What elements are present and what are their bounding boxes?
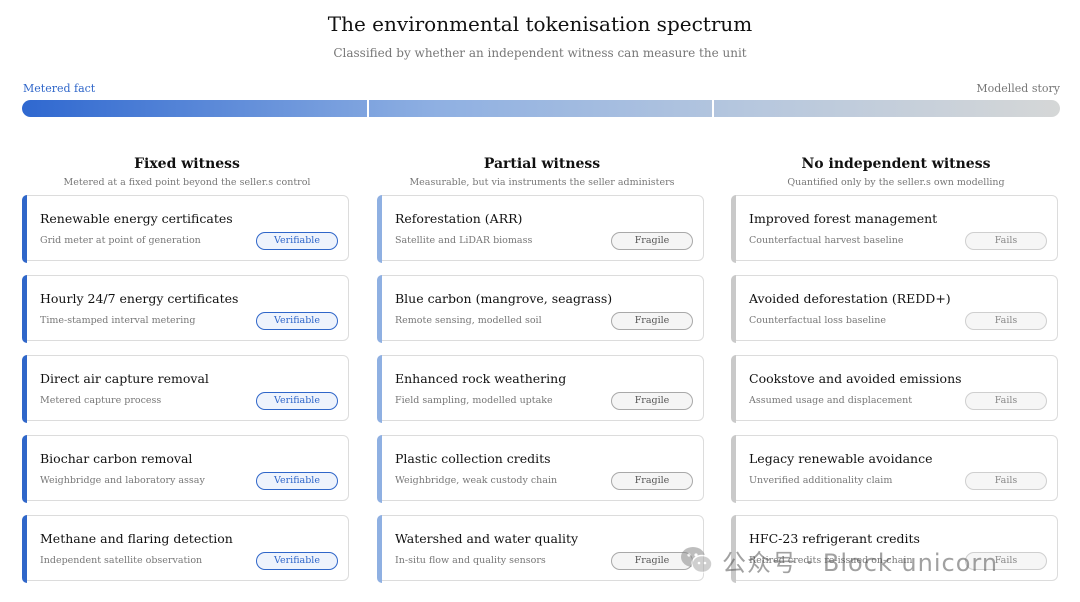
category-card: Blue carbon (mangrove, seagrass) Remote s… xyxy=(377,275,704,343)
status-badge: Fragile xyxy=(611,232,693,250)
column-title: Fixed witness xyxy=(134,156,240,172)
spectrum-divider xyxy=(712,100,714,117)
status-badge: Fails xyxy=(965,392,1047,410)
column-subtitle: Measurable, but via instruments the sell… xyxy=(409,177,675,188)
category-card: Avoided deforestation (REDD+) Counterfact… xyxy=(731,275,1058,343)
status-badge: Fragile xyxy=(611,472,693,490)
status-badge: Verifiable xyxy=(256,552,338,570)
status-badge: Verifiable xyxy=(256,232,338,250)
card-accent-bar xyxy=(731,195,736,263)
card-name: Avoided deforestation (REDD+) xyxy=(749,291,951,306)
page-subtitle: Classified by whether an independent wit… xyxy=(333,46,747,60)
category-card: Biochar carbon removal Weighbridge and la… xyxy=(22,435,349,503)
column-title: No independent witness xyxy=(801,156,991,172)
spectrum-left-label: Metered fact xyxy=(23,82,96,95)
status-badge: Verifiable xyxy=(256,312,338,330)
category-card: Cookstove and avoided emissions Assumed u… xyxy=(731,355,1058,423)
status-badge: Fragile xyxy=(611,312,693,330)
card-accent-bar xyxy=(22,515,27,583)
card-description: Grid meter at point of generation xyxy=(40,235,201,246)
column-title: Partial witness xyxy=(483,156,601,172)
card-description: Assumed usage and displacement xyxy=(749,395,913,406)
status-badge: Fragile xyxy=(611,392,693,410)
card-description: Weighbridge and laboratory assay xyxy=(40,475,205,486)
status-badge: Verifiable xyxy=(256,392,338,410)
card-description: Metered capture process xyxy=(40,395,162,406)
watermark: 公众号 · Block unicorn xyxy=(680,542,998,578)
category-card: Hourly 24/7 energy certificates Time-stam… xyxy=(22,275,349,343)
card-name: Reforestation (ARR) xyxy=(395,211,523,226)
card-name: Biochar carbon removal xyxy=(40,451,193,466)
category-card: Plastic collection credits Weighbridge, w… xyxy=(377,435,704,503)
card-description: Field sampling, modelled uptake xyxy=(395,395,553,406)
card-description: Counterfactual harvest baseline xyxy=(749,235,904,246)
category-card: Enhanced rock weathering Field sampling, … xyxy=(377,355,704,423)
status-badge: Fails xyxy=(965,312,1047,330)
card-accent-bar xyxy=(377,515,382,583)
card-name: Hourly 24/7 energy certificates xyxy=(40,291,239,306)
column-subtitle: Metered at a fixed point beyond the sell… xyxy=(63,177,311,188)
spectrum-right-label: Modelled story xyxy=(976,82,1060,95)
category-card: Methane and flaring detection Independent… xyxy=(22,515,349,583)
card-accent-bar xyxy=(22,275,27,343)
card-description: Weighbridge, weak custody chain xyxy=(395,475,558,486)
card-accent-bar xyxy=(377,275,382,343)
card-name: Blue carbon (mangrove, seagrass) xyxy=(395,291,613,306)
status-badge: Fails xyxy=(965,472,1047,490)
watermark-text: 公众号 · Block unicorn xyxy=(722,548,999,577)
category-card: Direct air capture removal Metered captur… xyxy=(22,355,349,423)
card-name: Methane and flaring detection xyxy=(40,531,233,546)
wechat-icon xyxy=(681,547,713,574)
card-description: Independent satellite observation xyxy=(40,555,203,566)
card-description: Unverified additionality claim xyxy=(749,475,893,486)
page-title: The environmental tokenisation spectrum xyxy=(327,12,753,36)
category-card: Renewable energy certificates Grid meter … xyxy=(22,195,349,263)
card-accent-bar xyxy=(377,435,382,503)
status-badge: Verifiable xyxy=(256,472,338,490)
card-description: Time-stamped interval metering xyxy=(40,315,196,326)
card-name: Direct air capture removal xyxy=(40,371,209,386)
category-card: Improved forest management Counterfactual… xyxy=(731,195,1058,263)
card-accent-bar xyxy=(377,195,382,263)
card-name: Improved forest management xyxy=(749,211,938,226)
card-accent-bar xyxy=(22,195,27,263)
card-name: Cookstove and avoided emissions xyxy=(749,371,962,386)
column-header: Partial witness Measurable, but via instr… xyxy=(377,156,707,188)
card-name: Renewable energy certificates xyxy=(40,211,233,226)
card-accent-bar xyxy=(377,355,382,423)
category-card: Reforestation (ARR) Satellite and LiDAR b… xyxy=(377,195,704,263)
card-description: In-situ flow and quality sensors xyxy=(395,555,546,566)
status-badge: Fails xyxy=(965,232,1047,250)
card-accent-bar xyxy=(731,355,736,423)
category-card: Legacy renewable avoidance Unverified add… xyxy=(731,435,1058,503)
card-accent-bar xyxy=(22,435,27,503)
card-description: Remote sensing, modelled soil xyxy=(395,315,542,326)
card-name: Enhanced rock weathering xyxy=(395,371,567,386)
card-accent-bar xyxy=(731,435,736,503)
category-card: Watershed and water quality In-situ flow … xyxy=(377,515,704,583)
card-description: Counterfactual loss baseline xyxy=(749,315,886,326)
spectrum-divider xyxy=(367,100,369,117)
column-header: No independent witness Quantified only by… xyxy=(731,156,1061,188)
card-accent-bar xyxy=(22,355,27,423)
card-name: Plastic collection credits xyxy=(395,451,551,466)
card-accent-bar xyxy=(731,275,736,343)
card-description: Satellite and LiDAR biomass xyxy=(395,235,533,246)
spectrum-bar xyxy=(22,100,1060,117)
column-header: Fixed witness Metered at a fixed point be… xyxy=(22,156,352,188)
card-name: Legacy renewable avoidance xyxy=(749,451,933,466)
card-name: Watershed and water quality xyxy=(395,531,579,546)
column-subtitle: Quantified only by the seller.s own mode… xyxy=(787,177,1005,188)
